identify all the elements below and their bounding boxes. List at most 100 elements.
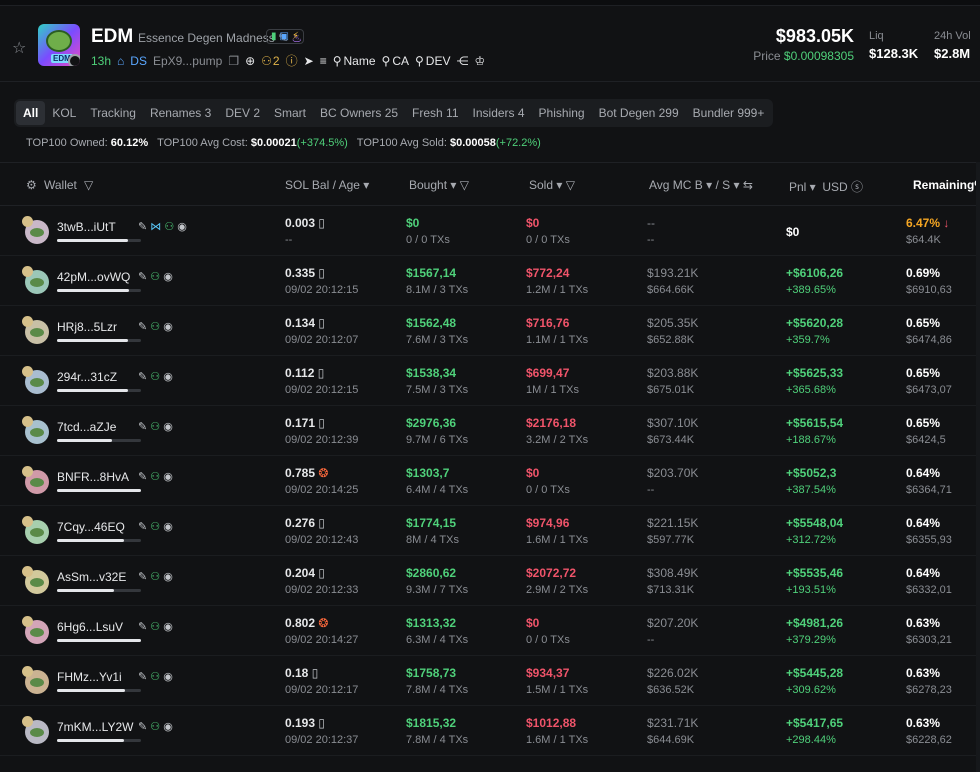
user-add-icon[interactable]: ⚇ — [150, 421, 160, 433]
avg-mc-buy: $193.21K — [647, 266, 699, 280]
telegram-icon[interactable]: ➤ — [304, 54, 314, 68]
table-row[interactable]: 7mKM...LY2W ✎ ⚇ ◉ 0.193 ▯ 09/02 20:12:37 $18… — [0, 706, 980, 756]
tab-tracking[interactable]: Tracking — [83, 101, 143, 125]
tab-smart[interactable]: Smart — [267, 101, 313, 125]
tab-phishing[interactable]: Phishing — [532, 101, 592, 125]
edit-icon[interactable]: ✎ — [138, 421, 147, 433]
tab-dev-2[interactable]: DEV 2 — [218, 101, 267, 125]
token-logo[interactable]: EDM — [38, 24, 80, 66]
edit-icon[interactable]: ✎ — [138, 471, 147, 483]
wallet-address[interactable]: 294r...31cZ — [57, 370, 117, 384]
table-row[interactable]: 294r...31cZ ✎ ⚇ ◉ 0.112 ▯ 09/02 20:12:15 $15… — [0, 356, 980, 406]
ds-label[interactable]: DS — [130, 54, 147, 68]
wallet-address[interactable]: BNFR...8HvA — [57, 470, 129, 484]
user-add-icon[interactable]: ⚇ — [150, 721, 160, 733]
menu-circle-icon[interactable]: ◉ — [163, 471, 173, 483]
tab-fresh-11[interactable]: Fresh 11 — [405, 101, 465, 125]
wallet-settings-icon[interactable]: ⚙ — [26, 178, 37, 192]
tab-renames-3[interactable]: Renames 3 — [143, 101, 218, 125]
share-icon[interactable]: ⋲ — [456, 54, 468, 68]
table-row[interactable]: 6Hg6...LsuV ✎ ⚇ ◉ 0.802 ❂ 09/02 20:14:27 $13… — [0, 606, 980, 656]
social-chips[interactable]: ▮ ▣ ⚡ — [266, 29, 304, 44]
user-add-icon[interactable]: ⚇ — [150, 271, 160, 283]
col-bought[interactable]: Bought ▾ ▽ — [409, 178, 469, 192]
bought-usd: $1774,15 — [406, 516, 457, 530]
table-row[interactable]: BNFR...8HvA ✎ ⚇ ◉ 0.785 ❂ 09/02 20:14:25 $13… — [0, 456, 980, 506]
col-sold[interactable]: Sold ▾ ▽ — [529, 178, 575, 192]
scrollbar[interactable] — [976, 162, 980, 772]
table-row[interactable]: HRj8...5Lzr ✎ ⚇ ◉ 0.134 ▯ 09/02 20:12:07 $15… — [0, 306, 980, 356]
wallet-address[interactable]: HRj8...5Lzr — [57, 320, 117, 334]
copy-icon[interactable]: ❐ — [228, 54, 239, 68]
table-row[interactable]: FHMz...Yv1i ✎ ⚇ ◉ 0.18 ▯ 09/02 20:12:17 $175… — [0, 656, 980, 706]
menu-circle-icon[interactable]: ◉ — [163, 321, 173, 333]
table-row[interactable]: 3twB...iUtT ✎ ⋈ ⚇ ◉ 0.003 ▯ -- $0 0 / 0 TXs $0… — [0, 206, 980, 256]
table-row[interactable]: 7Cqy...46EQ ✎ ⚇ ◉ 0.276 ▯ 09/02 20:12:43 $17… — [0, 506, 980, 556]
col-wallet[interactable]: Wallet — [44, 178, 77, 192]
edit-icon[interactable]: ✎ — [138, 371, 147, 383]
edit-icon[interactable]: ✎ — [138, 321, 147, 333]
wallet-address[interactable]: 7mKM...LY2W — [57, 720, 133, 734]
price-row: Price $0.00098305 — [753, 49, 854, 63]
table-row[interactable]: AsSm...v32E ✎ ⚇ ◉ 0.204 ▯ 09/02 20:12:33 $28… — [0, 556, 980, 606]
user-add-icon[interactable]: ⚇ — [150, 571, 160, 583]
wallet-address[interactable]: 7Cqy...46EQ — [57, 520, 125, 534]
edit-icon[interactable]: ✎ — [138, 521, 147, 533]
edit-icon[interactable]: ✎ — [138, 271, 147, 283]
col-pnl[interactable]: Pnl ▾ USD ⓢ — [789, 178, 863, 195]
table-header: ⚙ Wallet ▽ SOL Bal / Age ▾ Bought ▾ ▽ So… — [0, 162, 980, 206]
user-add-icon[interactable]: ⚇ — [150, 471, 160, 483]
user-add-icon[interactable]: ⚇ — [164, 221, 174, 233]
tab-all[interactable]: All — [16, 101, 46, 125]
tab-bc-owners-25[interactable]: BC Owners 25 — [313, 101, 405, 125]
edit-icon[interactable]: ✎ — [138, 721, 147, 733]
search-name-link[interactable]: Name — [344, 54, 376, 68]
user-add-icon[interactable]: ⚇ — [150, 521, 160, 533]
menu-circle-icon[interactable]: ◉ — [163, 271, 173, 283]
menu-icon[interactable]: ≡ — [320, 54, 327, 68]
wallet-filter-icon[interactable]: ▽ — [84, 178, 93, 192]
menu-circle-icon[interactable]: ◉ — [163, 571, 173, 583]
search-dev-link[interactable]: DEV — [426, 54, 451, 68]
holders-icon[interactable]: ⚇ — [261, 54, 272, 68]
crown-icon[interactable]: ♔ — [474, 54, 485, 68]
wallet-address[interactable]: 42pM...ovWQ — [57, 270, 130, 284]
table-row[interactable]: 42pM...ovWQ ✎ ⚇ ◉ 0.335 ▯ 09/02 20:12:15 $15… — [0, 256, 980, 306]
menu-circle-icon[interactable]: ◉ — [163, 721, 173, 733]
menu-circle-icon[interactable]: ◉ — [177, 221, 187, 233]
tab-insiders-4[interactable]: Insiders 4 — [466, 101, 532, 125]
user-add-icon[interactable]: ⚇ — [150, 371, 160, 383]
edit-icon[interactable]: ✎ — [138, 621, 147, 633]
globe-icon[interactable]: ⊕ — [245, 54, 255, 68]
contract-address[interactable]: EpX9...pump — [153, 54, 222, 68]
edit-icon[interactable]: ✎ — [138, 671, 147, 683]
warning-icon[interactable]: ⓘ — [286, 52, 298, 69]
pnl-usd: +$5615,54 — [786, 416, 844, 430]
wallet-address[interactable]: AsSm...v32E — [57, 570, 126, 584]
col-remaining[interactable]: Remaining% — [913, 178, 980, 192]
menu-circle-icon[interactable]: ◉ — [163, 671, 173, 683]
menu-circle-icon[interactable]: ◉ — [163, 421, 173, 433]
tab-kol[interactable]: KOL — [45, 101, 83, 125]
user-add-icon[interactable]: ⚇ — [150, 621, 160, 633]
menu-circle-icon[interactable]: ◉ — [163, 621, 173, 633]
wallet-address[interactable]: 3twB...iUtT — [57, 220, 116, 234]
col-avg-mc[interactable]: Avg MC B ▾ / S ▾ ⇆ — [649, 178, 753, 192]
table-row[interactable]: 7tcd...aZJe ✎ ⚇ ◉ 0.171 ▯ 09/02 20:12:39 $29… — [0, 406, 980, 456]
tab-bot-degen-299[interactable]: Bot Degen 299 — [592, 101, 686, 125]
remaining-usd: $6473,07 — [906, 384, 952, 396]
user-add-icon[interactable]: ⚇ — [150, 321, 160, 333]
favorite-star-icon[interactable]: ☆ — [12, 38, 26, 58]
wallet-address[interactable]: 6Hg6...LsuV — [57, 620, 123, 634]
menu-circle-icon[interactable]: ◉ — [163, 371, 173, 383]
wallet-address[interactable]: FHMz...Yv1i — [57, 670, 122, 684]
menu-circle-icon[interactable]: ◉ — [163, 521, 173, 533]
wallet-address[interactable]: 7tcd...aZJe — [57, 420, 116, 434]
tab-bundler-999[interactable]: Bundler 999+ — [686, 101, 772, 125]
user-add-icon[interactable]: ⚇ — [150, 671, 160, 683]
col-sol-bal[interactable]: SOL Bal / Age ▾ — [285, 178, 369, 192]
search-ca-link[interactable]: CA — [392, 54, 409, 68]
edit-icon[interactable]: ✎ — [138, 221, 147, 233]
sold-usd: $2176,18 — [526, 416, 577, 430]
edit-icon[interactable]: ✎ — [138, 571, 147, 583]
